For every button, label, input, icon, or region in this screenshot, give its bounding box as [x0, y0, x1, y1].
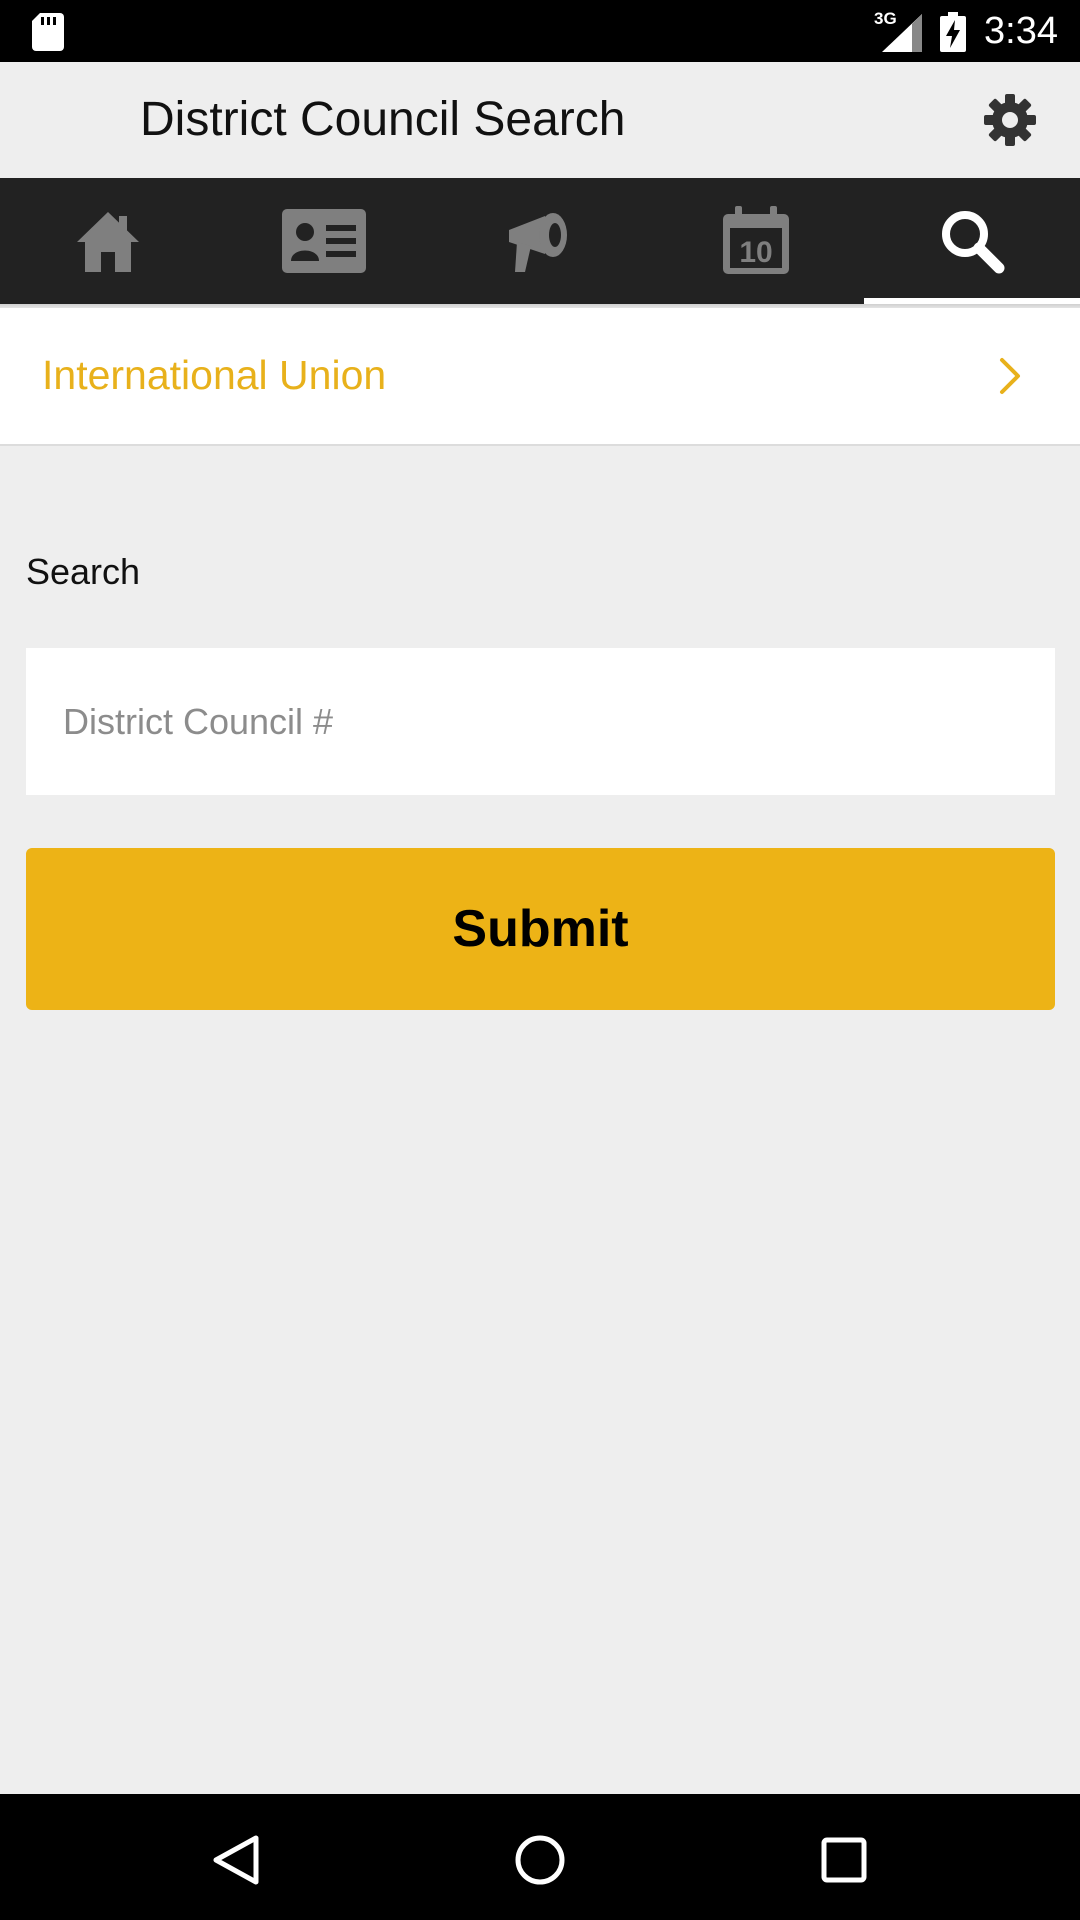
battery-charging-icon [940, 12, 966, 52]
network-indicator: 3G [874, 10, 922, 52]
contact-card-icon [282, 209, 366, 273]
search-label: Search [26, 551, 141, 592]
recents-icon[interactable] [816, 1832, 872, 1888]
tab-calendar[interactable]: 10 [648, 178, 864, 304]
back-icon[interactable] [208, 1832, 264, 1888]
chevron-right-icon [1000, 358, 1020, 394]
system-nav-bar [0, 1794, 1080, 1920]
app-bar: District Council Search [0, 62, 1080, 178]
search-icon [942, 211, 1005, 274]
home-icon [77, 212, 139, 272]
tab-contact-card[interactable] [216, 178, 432, 304]
submit-button[interactable]: Submit [26, 848, 1055, 1010]
org-selector-row[interactable]: International Union [0, 308, 1080, 446]
megaphone-icon [509, 213, 567, 272]
calendar-icon: 10 [723, 206, 789, 274]
signal-icon [882, 14, 922, 52]
tab-search[interactable] [864, 178, 1080, 304]
status-bar: 3G 3:34 [0, 0, 1080, 62]
clock: 3:34 [984, 10, 1058, 52]
tab-announcements[interactable] [432, 178, 648, 304]
tab-bar: 10 [0, 178, 1080, 304]
gear-icon[interactable] [982, 92, 1038, 148]
org-label: International Union [42, 352, 387, 398]
calendar-day: 10 [739, 236, 772, 269]
district-council-search-input[interactable] [26, 648, 1055, 795]
home-circle-icon[interactable] [512, 1832, 568, 1888]
sd-card-icon [32, 13, 64, 51]
page-title: District Council Search [140, 93, 626, 146]
tab-home[interactable] [0, 178, 216, 304]
screen: 3G 3:34 District Council Search 10 Inter… [0, 0, 1080, 1920]
